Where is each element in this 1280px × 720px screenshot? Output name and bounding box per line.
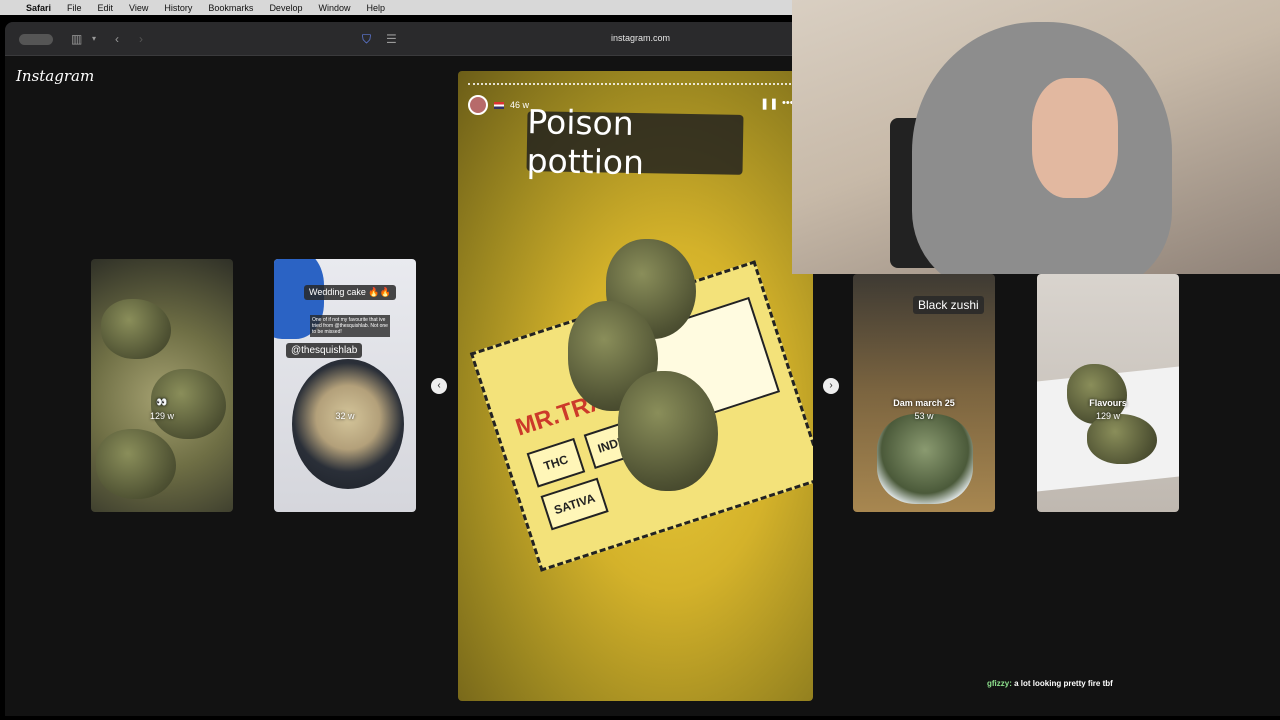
story-card-1[interactable]: 👀 129 w [91, 259, 233, 512]
story-caption: Dam march 25 [893, 398, 955, 408]
chat-text: a lot looking pretty fire tbf [1014, 679, 1113, 688]
jar-image [292, 359, 404, 489]
menu-develop[interactable]: Develop [269, 3, 302, 13]
pause-icon[interactable]: ❚❚ [760, 97, 778, 110]
label-sativa: SATIVA [540, 477, 609, 531]
main-story[interactable]: 46 w ❚❚ ••• Poison pottion MR.TRAP THC I… [458, 71, 813, 701]
menu-view[interactable]: View [129, 3, 148, 13]
back-icon[interactable]: ‹ [115, 31, 119, 47]
jar-image [877, 414, 973, 504]
story-card-4[interactable]: Flavours 129 w [1037, 274, 1179, 512]
instagram-logo[interactable]: Instagram [16, 67, 94, 85]
menu-safari[interactable]: Safari [26, 3, 51, 13]
bud-image [1087, 414, 1157, 464]
menu-bookmarks[interactable]: Bookmarks [208, 3, 253, 13]
sticker-title: Wedding cake 🔥🔥 [304, 285, 396, 300]
forward-icon[interactable]: › [139, 31, 143, 47]
bud-image [101, 299, 171, 359]
menu-window[interactable]: Window [318, 3, 350, 13]
window-controls[interactable] [19, 34, 53, 45]
story-age: 46 w [510, 100, 530, 110]
previous-story-button[interactable]: ‹ [431, 378, 447, 394]
story-age: 32 w [335, 411, 355, 421]
menu-help[interactable]: Help [366, 3, 385, 13]
chat-username: gfizzy: [987, 679, 1012, 688]
story-card-2[interactable]: Wedding cake 🔥🔥 One of if not my favouri… [274, 259, 416, 512]
menu-file[interactable]: File [67, 3, 82, 13]
chat-message: gfizzy: a lot looking pretty fire tbf [987, 679, 1113, 688]
screen: Safari File Edit View History Bookmarks … [0, 0, 1280, 720]
mention-sticker[interactable]: @thesquishlab [286, 343, 363, 358]
bud-image [96, 429, 176, 499]
flag-icon [494, 101, 504, 109]
story-progress-bar [468, 83, 803, 85]
story-emoji: 👀 [156, 397, 168, 407]
chevron-down-icon[interactable]: ▾ [92, 31, 96, 47]
bud-image [618, 371, 718, 491]
sticker-title: Black zushi [913, 296, 984, 314]
webcam-overlay [792, 0, 1280, 274]
sidebar-icon[interactable]: ▥ [71, 31, 82, 47]
story-caption: Flavours [1089, 398, 1127, 408]
story-age: 53 w [914, 411, 934, 421]
next-story-button[interactable]: › [823, 378, 839, 394]
label-thc: THC [526, 437, 586, 488]
reader-icon[interactable]: ☰ [386, 31, 397, 47]
story-header: 46 w [468, 95, 529, 115]
story-card-3[interactable]: Black zushi Dam march 25 53 w [853, 274, 995, 512]
story-title-sticker: Poison pottion [526, 102, 744, 182]
story-age: 129 w [149, 411, 175, 421]
menu-edit[interactable]: Edit [98, 3, 114, 13]
menu-history[interactable]: History [164, 3, 192, 13]
shield-icon[interactable]: ⛉ [362, 31, 371, 47]
avatar[interactable] [468, 95, 488, 115]
story-age: 129 w [1095, 411, 1121, 421]
sticker-text: One of if not my favourite that ive trie… [310, 315, 390, 337]
person-face-image [1032, 78, 1118, 198]
address-bar[interactable]: instagram.com [611, 33, 670, 43]
